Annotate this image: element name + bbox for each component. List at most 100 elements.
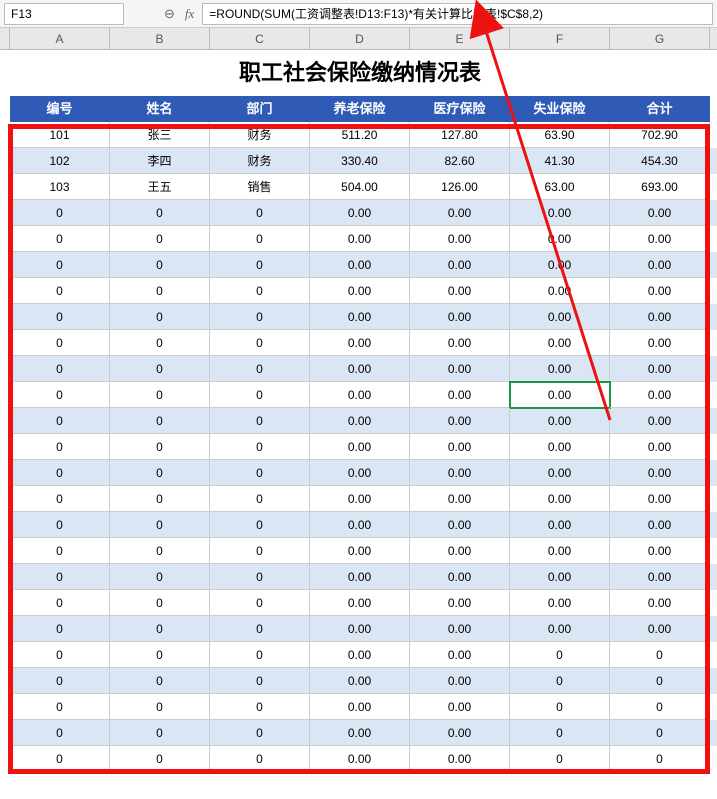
cell-sum[interactable]: 0.00: [610, 200, 710, 226]
cell-v3[interactable]: 0.00: [510, 356, 610, 382]
cell-v2[interactable]: 0.00: [410, 538, 510, 564]
cell-v3[interactable]: 63.00: [510, 174, 610, 200]
cell-v2[interactable]: 0.00: [410, 226, 510, 252]
cell-v2[interactable]: 126.00: [410, 174, 510, 200]
cell-dept[interactable]: 0: [210, 382, 310, 408]
cell-sum[interactable]: 0: [610, 746, 710, 772]
cell-v2[interactable]: 0.00: [410, 304, 510, 330]
cell-v3[interactable]: 0.00: [510, 564, 610, 590]
cell-v2[interactable]: 0.00: [410, 720, 510, 746]
cell-v1[interactable]: 0.00: [310, 746, 410, 772]
cell-v2[interactable]: 0.00: [410, 434, 510, 460]
cell-name[interactable]: 0: [110, 408, 210, 434]
cell-dept[interactable]: 0: [210, 200, 310, 226]
cell-id[interactable]: 0: [10, 512, 110, 538]
cell-v1[interactable]: 0.00: [310, 564, 410, 590]
cell-sum[interactable]: 0: [610, 720, 710, 746]
cell-v2[interactable]: 0.00: [410, 382, 510, 408]
col-header-c[interactable]: C: [210, 28, 310, 49]
cell-v3[interactable]: 0.00: [510, 226, 610, 252]
cell-name[interactable]: 李四: [110, 148, 210, 174]
cell-sum[interactable]: 0: [610, 668, 710, 694]
cell-v3[interactable]: 0.00: [510, 512, 610, 538]
cell-dept[interactable]: 销售: [210, 174, 310, 200]
cell-v1[interactable]: 0.00: [310, 642, 410, 668]
cell-dept[interactable]: 0: [210, 616, 310, 642]
cell-dept[interactable]: 0: [210, 330, 310, 356]
cell-name[interactable]: 0: [110, 694, 210, 720]
cell-id[interactable]: 0: [10, 304, 110, 330]
cell-v2[interactable]: 82.60: [410, 148, 510, 174]
cell-dept[interactable]: 0: [210, 512, 310, 538]
cell-v3[interactable]: 0.00: [510, 616, 610, 642]
cell-id[interactable]: 0: [10, 382, 110, 408]
cell-v1[interactable]: 0.00: [310, 538, 410, 564]
cell-v3[interactable]: 0.00: [510, 330, 610, 356]
cell-v1[interactable]: 511.20: [310, 122, 410, 148]
cell-sum[interactable]: 0.00: [610, 330, 710, 356]
cell-v1[interactable]: 330.40: [310, 148, 410, 174]
cell-v2[interactable]: 0.00: [410, 278, 510, 304]
cell-id[interactable]: 0: [10, 538, 110, 564]
cell-v2[interactable]: 0.00: [410, 694, 510, 720]
cell-name[interactable]: 0: [110, 200, 210, 226]
cell-v1[interactable]: 0.00: [310, 200, 410, 226]
cell-name[interactable]: 0: [110, 642, 210, 668]
cell-v2[interactable]: 0.00: [410, 408, 510, 434]
cell-sum[interactable]: 0.00: [610, 512, 710, 538]
cell-dept[interactable]: 0: [210, 642, 310, 668]
cell-v1[interactable]: 0.00: [310, 330, 410, 356]
cell-name[interactable]: 0: [110, 720, 210, 746]
cell-v3[interactable]: 0.00: [510, 252, 610, 278]
cell-sum[interactable]: 0.00: [610, 226, 710, 252]
cell-v3[interactable]: 0: [510, 642, 610, 668]
cell-id[interactable]: 0: [10, 408, 110, 434]
cell-dept[interactable]: 0: [210, 408, 310, 434]
cell-sum[interactable]: 0: [610, 694, 710, 720]
cell-sum[interactable]: 454.30: [610, 148, 710, 174]
cell-sum[interactable]: 0.00: [610, 408, 710, 434]
cell-name[interactable]: 0: [110, 356, 210, 382]
col-header-f[interactable]: F: [510, 28, 610, 49]
cell-dept[interactable]: 0: [210, 434, 310, 460]
cell-sum[interactable]: 702.90: [610, 122, 710, 148]
cell-dept[interactable]: 0: [210, 304, 310, 330]
cell-id[interactable]: 0: [10, 486, 110, 512]
cell-id[interactable]: 102: [10, 148, 110, 174]
cell-name[interactable]: 王五: [110, 174, 210, 200]
cell-v2[interactable]: 0.00: [410, 746, 510, 772]
cell-v1[interactable]: 0.00: [310, 278, 410, 304]
cell-sum[interactable]: 0.00: [610, 278, 710, 304]
cell-name[interactable]: 0: [110, 226, 210, 252]
cell-v2[interactable]: 0.00: [410, 564, 510, 590]
cell-v3[interactable]: 0: [510, 694, 610, 720]
cell-name[interactable]: 0: [110, 252, 210, 278]
cell-v1[interactable]: 0.00: [310, 304, 410, 330]
cell-name[interactable]: 0: [110, 746, 210, 772]
zoom-out-icon[interactable]: ⊖: [164, 6, 175, 22]
cell-v1[interactable]: 0.00: [310, 694, 410, 720]
cell-v2[interactable]: 0.00: [410, 590, 510, 616]
cell-dept[interactable]: 0: [210, 720, 310, 746]
cell-v3[interactable]: 0.00: [510, 278, 610, 304]
cell-dept[interactable]: 0: [210, 460, 310, 486]
cell-v1[interactable]: 0.00: [310, 460, 410, 486]
cell-id[interactable]: 0: [10, 330, 110, 356]
th-unemployment[interactable]: 失业保险: [510, 96, 610, 122]
cell-name[interactable]: 0: [110, 382, 210, 408]
cell-sum[interactable]: 0.00: [610, 460, 710, 486]
cell-v1[interactable]: 0.00: [310, 590, 410, 616]
cell-dept[interactable]: 0: [210, 278, 310, 304]
cell-id[interactable]: 0: [10, 590, 110, 616]
cell-id[interactable]: 0: [10, 356, 110, 382]
cell-id[interactable]: 0: [10, 616, 110, 642]
cell-sum[interactable]: 0.00: [610, 538, 710, 564]
cell-v3[interactable]: 63.90: [510, 122, 610, 148]
cell-v3[interactable]: 0: [510, 746, 610, 772]
cell-v1[interactable]: 504.00: [310, 174, 410, 200]
cell-name[interactable]: 张三: [110, 122, 210, 148]
cell-v3[interactable]: 0.00: [510, 538, 610, 564]
cell-name[interactable]: 0: [110, 564, 210, 590]
cell-sum[interactable]: 0.00: [610, 356, 710, 382]
cell-id[interactable]: 0: [10, 226, 110, 252]
